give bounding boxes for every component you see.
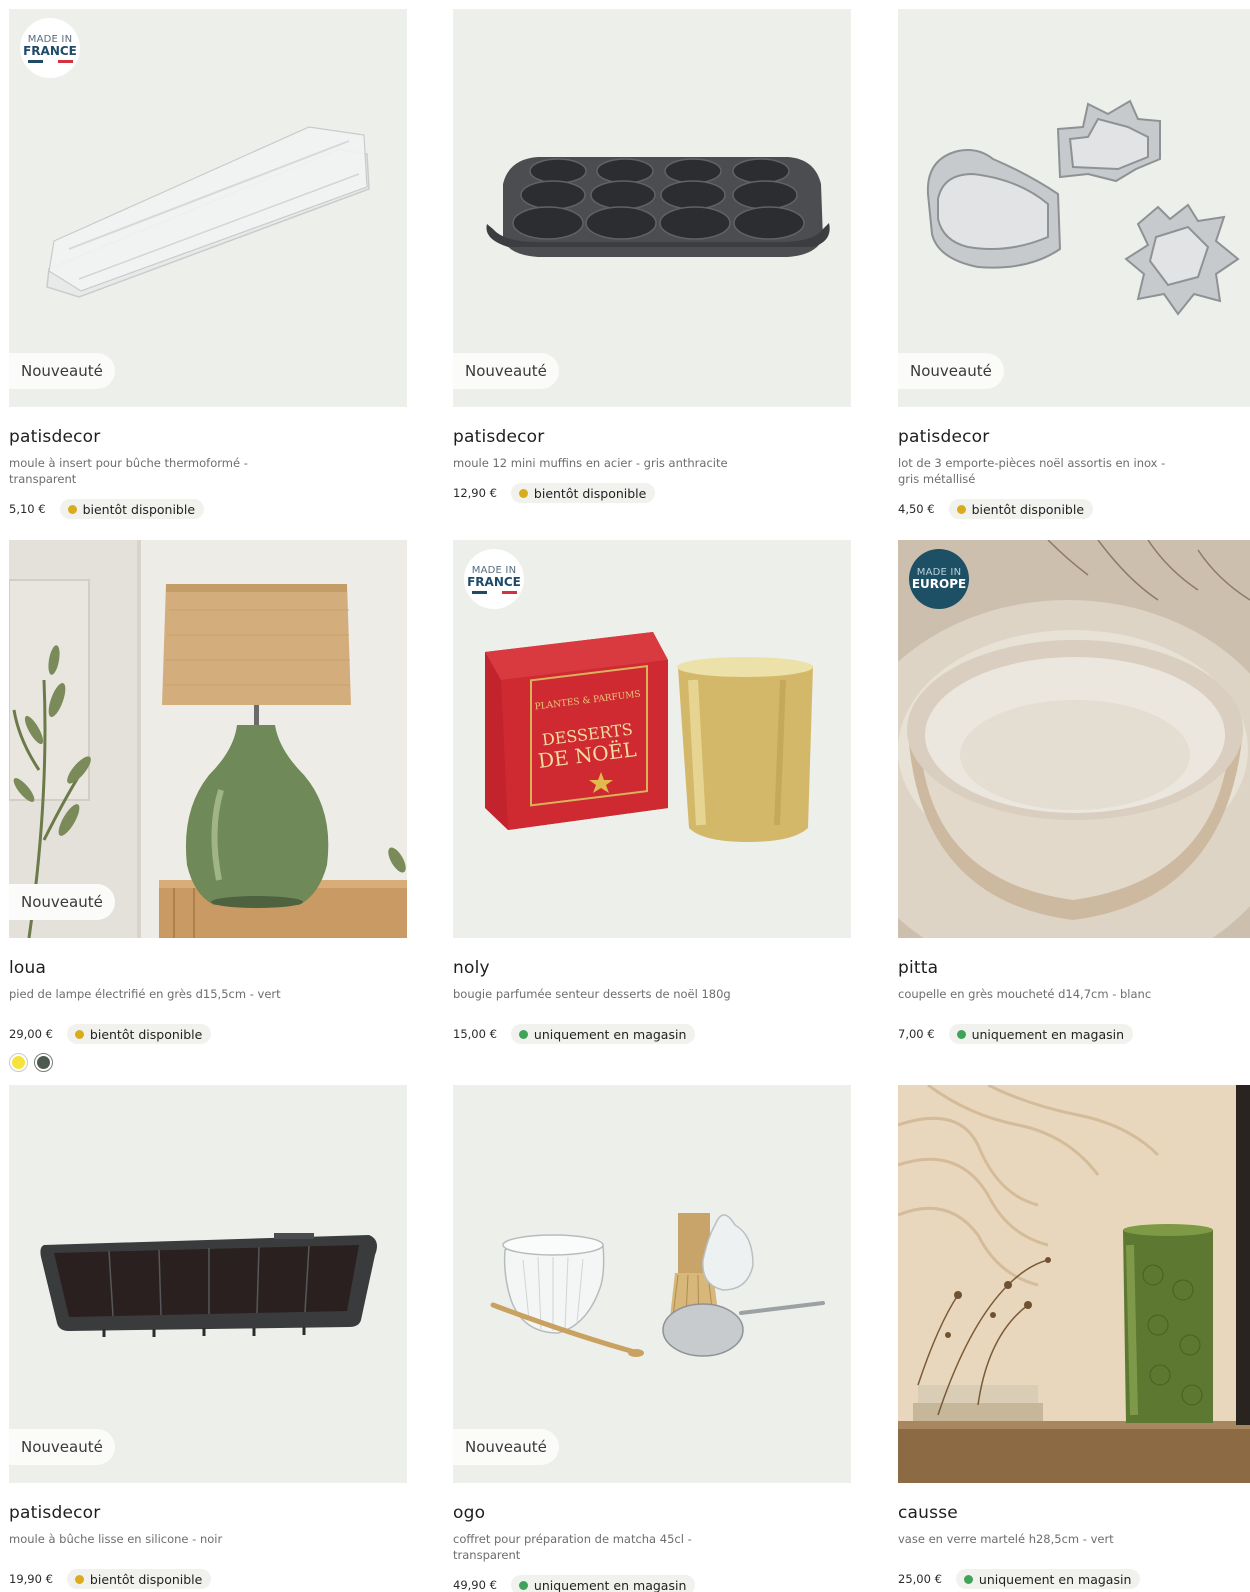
product-brand[interactable]: pitta	[898, 958, 1250, 978]
product-image[interactable]: PLANTES & PARFUMS DESSERTS DE NOËL MADE …	[453, 540, 851, 938]
product-description[interactable]: coupelle en grès moucheté d14,7cm - blan…	[898, 986, 1188, 1002]
status-dot-icon	[74, 1574, 84, 1584]
product-brand[interactable]: patisdecor	[9, 427, 407, 447]
product-card[interactable]: Nouveauté loua pied de lampe électrifié …	[9, 540, 407, 1072]
matcha-set-image	[490, 1213, 825, 1357]
status-dot-icon	[74, 1029, 84, 1039]
made-in-france-badge: MADE IN FRANCE	[20, 18, 80, 78]
made-in-europe-badge: MADE IN EUROPE	[909, 549, 969, 609]
product-card[interactable]: MADE IN FRANCE Nouveauté patisdecor moul…	[9, 9, 407, 519]
status-dot-icon	[67, 504, 77, 514]
status-dot-icon	[518, 1029, 528, 1039]
product-description[interactable]: lot de 3 emporte-pièces noël assortis en…	[898, 455, 1188, 487]
color-swatch-green[interactable]	[34, 1053, 53, 1072]
product-image[interactable]: Nouveauté	[9, 1085, 407, 1483]
product-brand[interactable]: patisdecor	[898, 427, 1250, 447]
product-brand[interactable]: patisdecor	[453, 427, 851, 447]
product-card[interactable]: causse vase en verre martelé h28,5cm - v…	[898, 1085, 1250, 1589]
product-brand[interactable]: ogo	[453, 1503, 851, 1523]
product-price: 29,00 €	[9, 1027, 53, 1041]
color-swatch-yellow[interactable]	[9, 1053, 28, 1072]
availability-badge: bientôt disponible	[66, 1569, 212, 1589]
product-description[interactable]: moule à bûche lisse en silicone - noir	[9, 1531, 299, 1547]
product-image[interactable]: Nouveauté	[453, 1085, 851, 1483]
status-dot-icon	[518, 488, 528, 498]
status-dot-icon	[518, 1580, 528, 1590]
product-card[interactable]: Nouveauté patisdecor lot de 3 emporte-pi…	[898, 9, 1250, 519]
table-lamp-image	[9, 540, 407, 938]
availability-badge: uniquement en magasin	[948, 1024, 1134, 1044]
price-row: 19,90 € bientôt disponible	[9, 1569, 407, 1589]
product-image[interactable]: MADE IN FRANCE Nouveauté	[9, 9, 407, 407]
made-in-france-badge: MADE IN FRANCE	[464, 549, 524, 609]
product-price: 15,00 €	[453, 1027, 497, 1041]
product-description[interactable]: moule à insert pour bûche thermoformé - …	[9, 455, 299, 487]
new-badge: Nouveauté	[9, 884, 115, 920]
product-price: 25,00 €	[898, 1572, 942, 1586]
availability-badge: bientôt disponible	[59, 499, 205, 519]
new-badge: Nouveauté	[453, 353, 559, 389]
price-row: 12,90 € bientôt disponible	[453, 483, 851, 503]
product-image[interactable]: Nouveauté	[9, 540, 407, 938]
status-dot-icon	[963, 1574, 973, 1584]
product-image[interactable]: Nouveauté	[898, 9, 1250, 407]
product-description[interactable]: vase en verre martelé h28,5cm - vert	[898, 1531, 1188, 1547]
status-dot-icon	[956, 504, 966, 514]
product-price: 19,90 €	[9, 1572, 53, 1586]
log-mold-image	[40, 1233, 377, 1337]
product-price: 12,90 €	[453, 486, 497, 500]
availability-badge: bientôt disponible	[948, 499, 1094, 519]
product-price: 4,50 €	[898, 502, 935, 516]
cookie-cutters-image	[926, 99, 1240, 316]
status-dot-icon	[956, 1029, 966, 1039]
product-description[interactable]: coffret pour préparation de matcha 45cl …	[453, 1531, 743, 1563]
product-brand[interactable]: loua	[9, 958, 407, 978]
product-image[interactable]: Nouveauté	[453, 9, 851, 407]
product-description[interactable]: moule 12 mini muffins en acier - gris an…	[453, 455, 743, 471]
new-badge: Nouveauté	[898, 353, 1004, 389]
product-card[interactable]: MADE IN EUROPE pitta coupelle en grès mo…	[898, 540, 1250, 1044]
new-badge: Nouveauté	[9, 353, 115, 389]
product-image[interactable]	[898, 1085, 1250, 1483]
color-swatches	[9, 1053, 407, 1072]
product-card[interactable]: Nouveauté patisdecor moule à bûche lisse…	[9, 1085, 407, 1589]
product-price: 49,90 €	[453, 1578, 497, 1592]
product-price: 5,10 €	[9, 502, 46, 516]
availability-badge: uniquement en magasin	[510, 1575, 696, 1592]
price-row: 4,50 € bientôt disponible	[898, 499, 1250, 519]
vase-image	[898, 1085, 1250, 1483]
product-image[interactable]: MADE IN EUROPE	[898, 540, 1250, 938]
price-row: 15,00 € uniquement en magasin	[453, 1024, 851, 1044]
flag-icon	[27, 59, 73, 63]
availability-badge: bientôt disponible	[510, 483, 656, 503]
new-badge: Nouveauté	[453, 1429, 559, 1465]
price-row: 49,90 € uniquement en magasin	[453, 1575, 851, 1592]
flag-icon	[471, 590, 517, 594]
product-brand[interactable]: patisdecor	[9, 1503, 407, 1523]
product-card[interactable]: Nouveauté ogo coffret pour préparation d…	[453, 1085, 851, 1592]
price-row: 25,00 € uniquement en magasin	[898, 1569, 1250, 1589]
muffin-tray-image	[486, 157, 830, 257]
product-brand[interactable]: causse	[898, 1503, 1250, 1523]
availability-badge: uniquement en magasin	[955, 1569, 1141, 1589]
product-card[interactable]: Nouveauté patisdecor moule 12 mini muffi…	[453, 9, 851, 503]
product-brand[interactable]: noly	[453, 958, 851, 978]
price-row: 5,10 € bientôt disponible	[9, 499, 407, 519]
price-row: 29,00 € bientôt disponible	[9, 1024, 407, 1044]
product-description[interactable]: bougie parfumée senteur desserts de noël…	[453, 986, 743, 1002]
product-price: 7,00 €	[898, 1027, 935, 1041]
price-row: 7,00 € uniquement en magasin	[898, 1024, 1250, 1044]
product-description[interactable]: pied de lampe électrifié en grès d15,5cm…	[9, 986, 299, 1002]
new-badge: Nouveauté	[9, 1429, 115, 1465]
availability-badge: bientôt disponible	[66, 1024, 212, 1044]
product-card[interactable]: PLANTES & PARFUMS DESSERTS DE NOËL MADE …	[453, 540, 851, 1044]
availability-badge: uniquement en magasin	[510, 1024, 696, 1044]
